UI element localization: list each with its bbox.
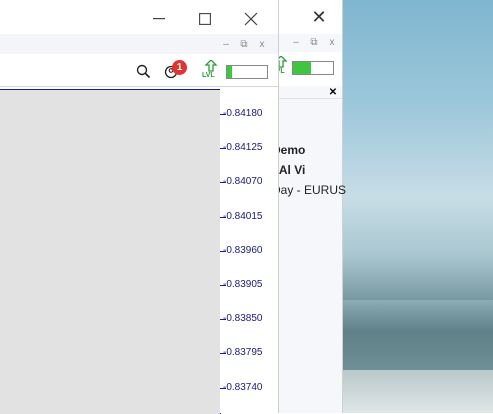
lvl-label: LVL: [202, 72, 215, 79]
minimize-button[interactable]: [144, 6, 174, 32]
close-button[interactable]: [236, 6, 266, 32]
background-window-toolbar: LVL: [270, 52, 342, 86]
level-meter: [292, 61, 334, 75]
price-axis-label: -0.83740: [223, 382, 263, 393]
background-window-subcontrols: – ⧉ x: [280, 34, 342, 50]
bg-sub-close-button[interactable]: x: [324, 34, 340, 50]
level-meter-fill: [227, 66, 232, 78]
search-icon[interactable]: [134, 62, 152, 80]
bg-sub-minimize-button[interactable]: –: [288, 34, 304, 50]
sub-minimize-button[interactable]: –: [218, 36, 234, 52]
lvl-indicator-icon[interactable]: LVL: [202, 60, 220, 80]
panel-divider: [270, 98, 342, 99]
panel-line-symbol: Day - EURUS: [272, 183, 347, 197]
wallpaper-foam: [342, 370, 493, 413]
chart-window-titlebar[interactable]: [0, 0, 278, 36]
notification-badge: 1: [172, 60, 187, 75]
chart-window[interactable]: – ⧉ x LVL 1 -0.84180 -0.84125 -0.84070 -…: [0, 0, 279, 414]
sub-restore-button[interactable]: ⧉: [236, 36, 252, 52]
sub-close-button[interactable]: x: [254, 36, 270, 52]
level-meter-fill: [293, 62, 311, 74]
price-axis-label: -0.84180: [223, 108, 263, 119]
price-axis-label: -0.83960: [223, 245, 263, 256]
maximize-button[interactable]: [190, 6, 220, 32]
background-window-close-button[interactable]: ✕: [306, 4, 332, 30]
panel-close-button[interactable]: ✕: [326, 85, 340, 99]
bg-sub-restore-button[interactable]: ⧉: [306, 34, 322, 50]
price-axis-label: -0.84070: [223, 176, 263, 187]
price-axis[interactable]: -0.84180 -0.84125 -0.84070 -0.84015 -0.83960…: [220, 89, 278, 413]
price-axis-label: -0.83795: [223, 347, 263, 358]
chart-toolbar: LVL: [0, 54, 278, 87]
price-axis-label: -0.83905: [223, 279, 263, 290]
chart-plot-area[interactable]: [0, 89, 221, 414]
price-axis-label: -0.84015: [223, 211, 263, 222]
wallpaper-sea: [342, 300, 493, 370]
price-axis-label: -0.84125: [223, 142, 263, 153]
chart-subwindow-controls: – ⧉ x: [0, 34, 278, 55]
level-meter: [226, 65, 268, 79]
price-axis-label: -0.83850: [223, 313, 263, 324]
desktop-wallpaper: [342, 0, 493, 413]
